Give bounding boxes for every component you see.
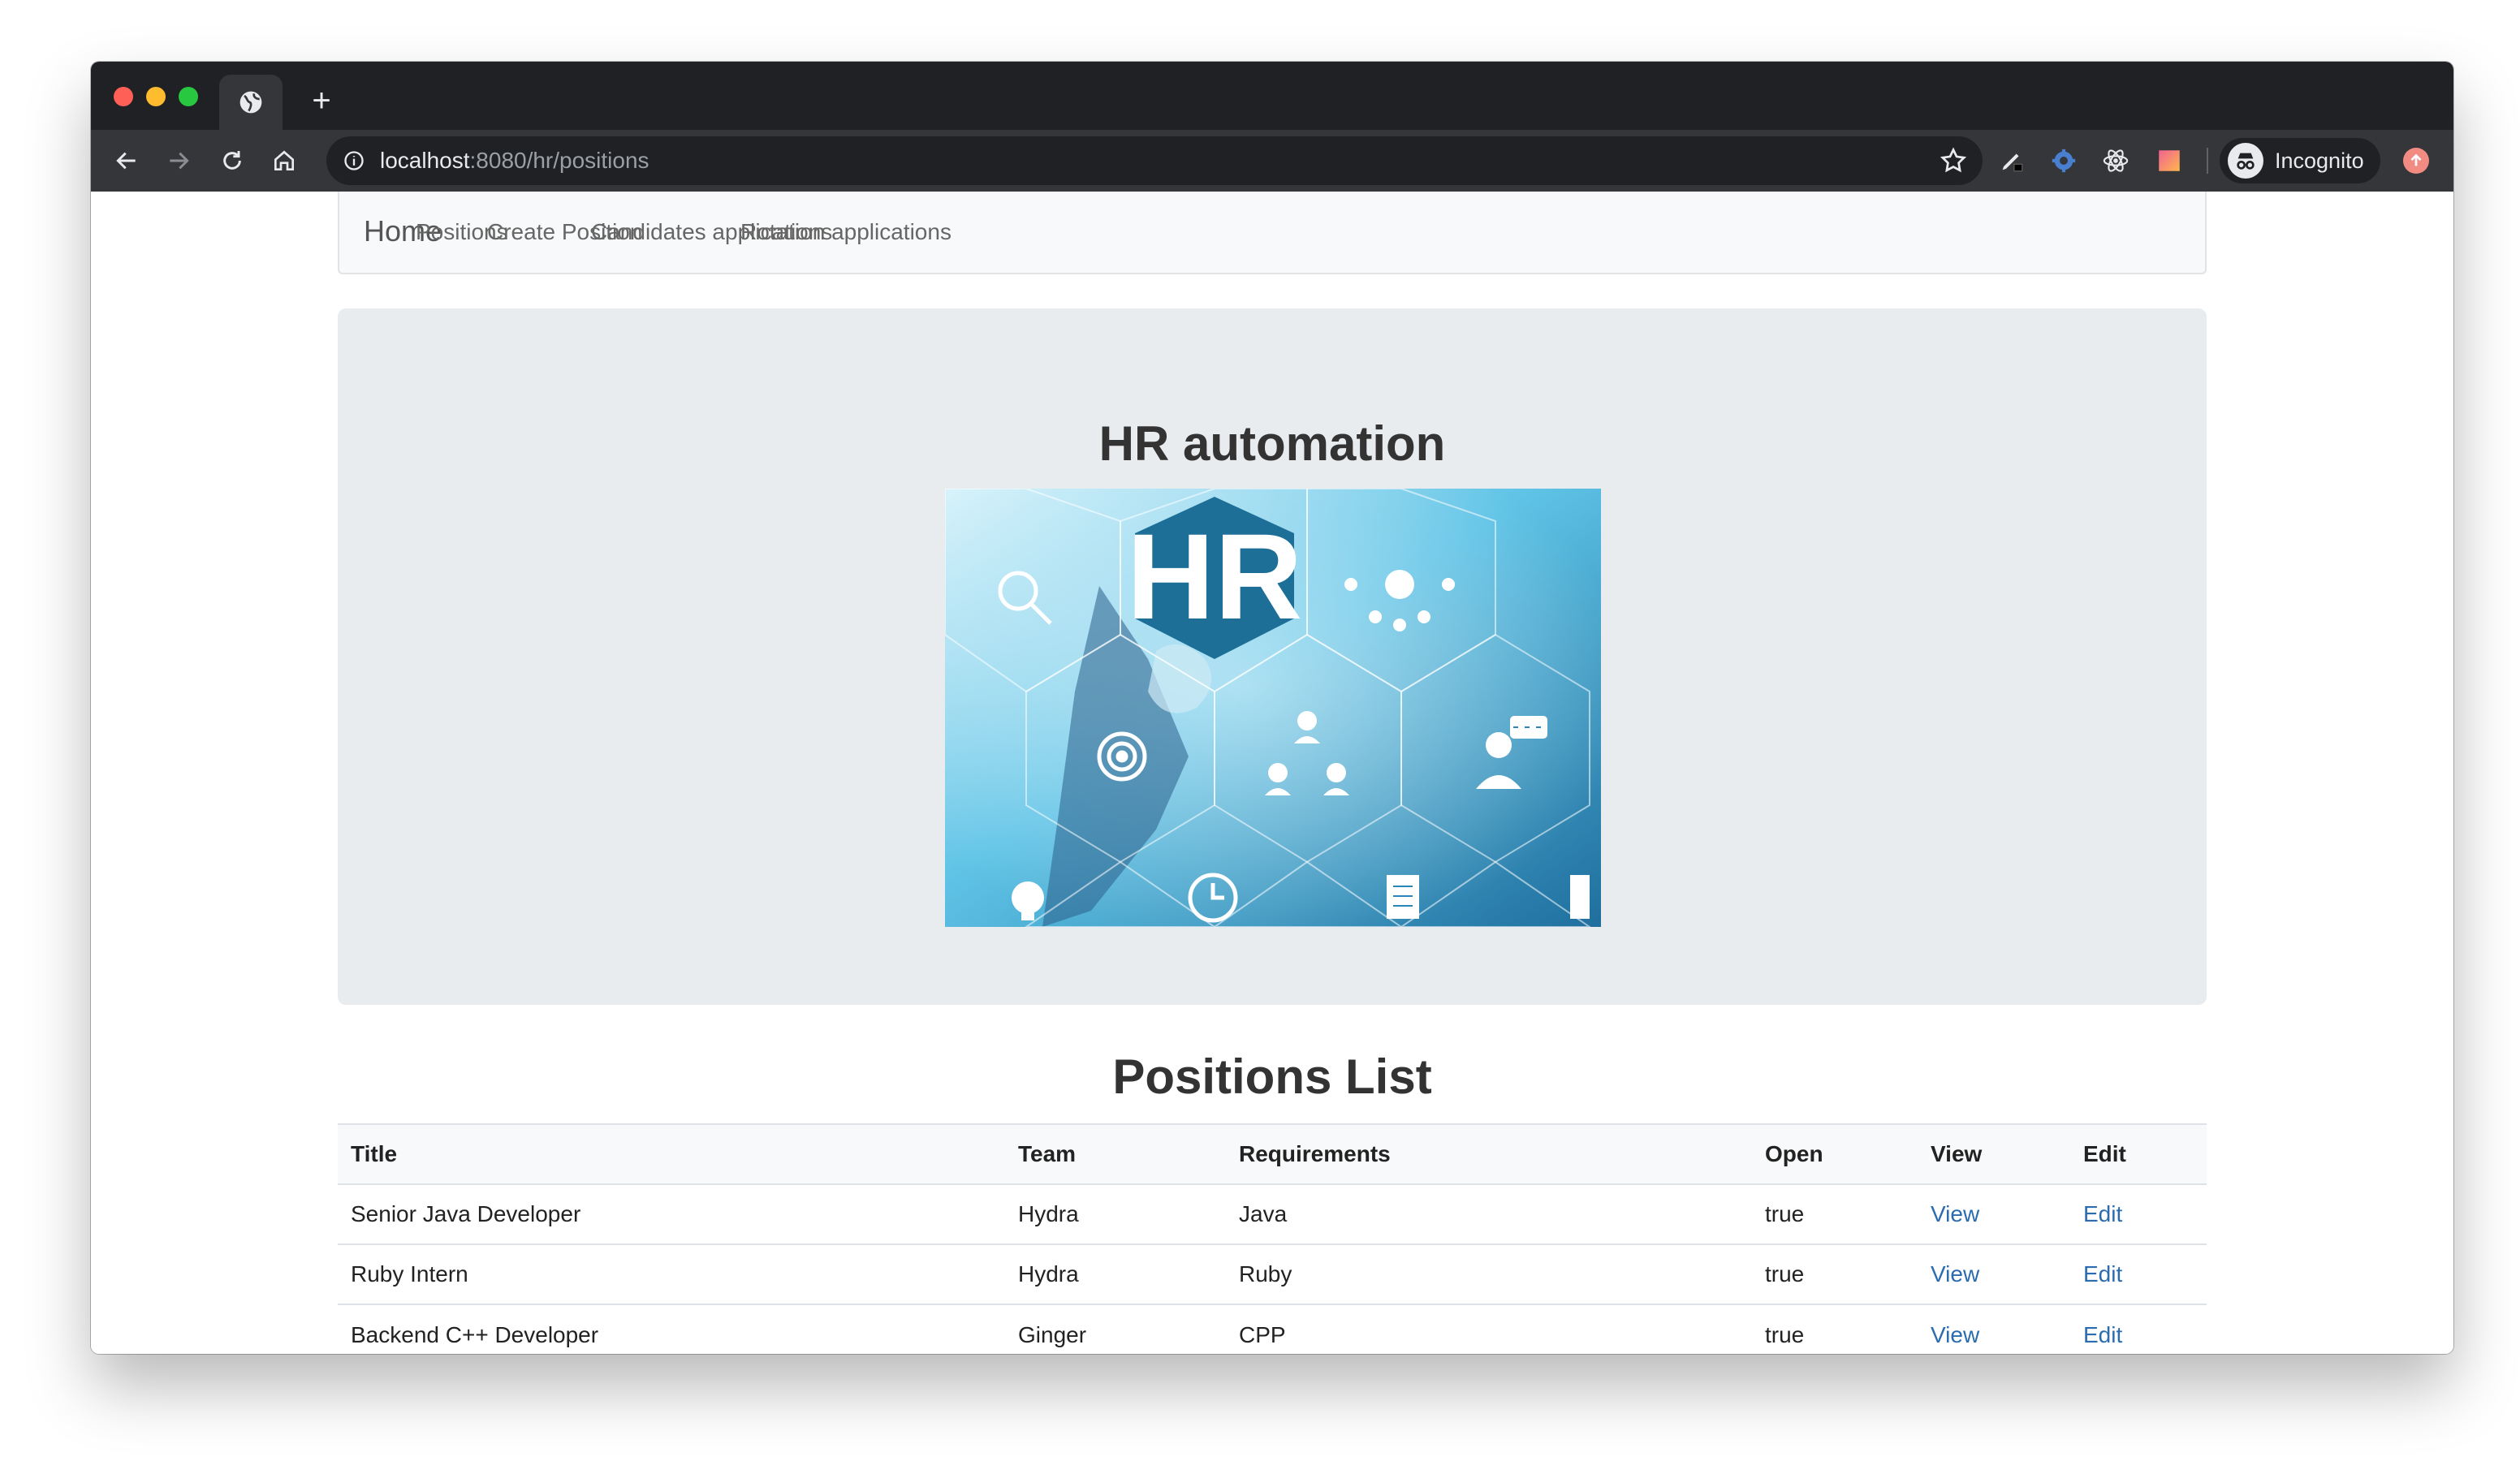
browser-tab[interactable] [219, 75, 283, 130]
table-row: Senior Java Developer Hydra Java true Vi… [338, 1183, 2207, 1244]
browser-toolbar: localhost:8080/hr/positions Incognito [91, 130, 2453, 192]
forward-button[interactable] [161, 143, 196, 179]
cell-requirements: Java [1226, 1183, 1752, 1244]
cell-team: Ginger [1005, 1304, 1226, 1354]
column-header-open: Open [1752, 1123, 1918, 1184]
minimize-window-button[interactable] [146, 87, 166, 106]
cell-open: true [1752, 1243, 1918, 1304]
back-button[interactable] [109, 143, 145, 179]
cell-view: View [1918, 1243, 2070, 1304]
cell-view: View [1918, 1183, 2070, 1244]
color-extension-icon[interactable] [2155, 146, 2184, 175]
maximize-window-button[interactable] [179, 87, 198, 106]
address-host: localhost [380, 148, 470, 173]
close-window-button[interactable] [114, 87, 133, 106]
view-link[interactable]: View [1931, 1261, 1979, 1286]
browser-window: + localhost:8080/hr/positions Incognito … [91, 62, 2453, 1354]
cell-title: Senior Java Developer [338, 1183, 1005, 1244]
cell-title: Backend C++ Developer [338, 1304, 1005, 1354]
globe-icon [239, 91, 262, 114]
new-tab-button[interactable]: + [304, 83, 339, 119]
cell-team: Hydra [1005, 1243, 1226, 1304]
column-header-team: Team [1005, 1123, 1226, 1184]
incognito-label: Incognito [2275, 148, 2364, 173]
address-path: :8080/hr/positions [469, 148, 649, 173]
nav-link-rotation-applications[interactable]: Rotation applications [740, 219, 951, 245]
reload-button[interactable] [214, 143, 250, 179]
update-button[interactable] [2403, 148, 2429, 174]
react-extension-icon[interactable] [2101, 146, 2130, 175]
column-header-title: Title [338, 1123, 1005, 1184]
positions-list-title: Positions List [1112, 1049, 1432, 1104]
title-bar: + [91, 62, 2453, 130]
table-row: Backend C++ Developer Ginger CPP true Vi… [338, 1304, 2207, 1354]
hr-hero-image: HR [945, 489, 1601, 927]
gear-extension-icon[interactable] [2049, 146, 2078, 175]
reload-icon [223, 151, 241, 170]
toolbar-separator [2207, 148, 2208, 174]
cell-open: true [1752, 1183, 1918, 1244]
hr-image-letters: HR [1127, 508, 1303, 644]
column-header-edit: Edit [2070, 1123, 2207, 1184]
cell-requirements: Ruby [1226, 1243, 1752, 1304]
edit-link[interactable]: Edit [2083, 1261, 2122, 1286]
arrow-left-icon [116, 152, 136, 170]
cell-edit: Edit [2070, 1183, 2207, 1244]
home-button[interactable] [266, 143, 302, 179]
column-header-requirements: Requirements [1226, 1123, 1752, 1184]
positions-table: Title Team Requirements Open View Edit S… [338, 1123, 2207, 1354]
arrow-right-icon [170, 152, 189, 170]
edit-link[interactable]: Edit [2083, 1201, 2122, 1226]
site-navbar: Home Positions Create Position Candidate… [338, 192, 2207, 274]
home-icon [274, 150, 294, 170]
incognito-icon [2228, 143, 2263, 179]
edit-link[interactable]: Edit [2083, 1322, 2122, 1347]
incognito-profile-button[interactable]: Incognito [2220, 138, 2380, 183]
table-header-row: Title Team Requirements Open View Edit [338, 1123, 2207, 1184]
arrow-up-icon [2410, 153, 2422, 166]
cell-title: Ruby Intern [338, 1243, 1005, 1304]
pen-extension-icon[interactable] [1997, 146, 2026, 175]
view-link[interactable]: View [1931, 1201, 1979, 1226]
page-content: Home Positions Create Position Candidate… [91, 192, 2453, 1354]
hero-jumbotron: HR automation HR [338, 308, 2207, 1005]
cell-edit: Edit [2070, 1243, 2207, 1304]
address-text: localhost:8080/hr/positions [380, 148, 649, 174]
table-row: Ruby Intern Hydra Ruby true View Edit [338, 1243, 2207, 1304]
address-bar[interactable]: localhost:8080/hr/positions [326, 136, 1983, 185]
cell-edit: Edit [2070, 1304, 2207, 1354]
cell-open: true [1752, 1304, 1918, 1354]
site-info-icon[interactable] [341, 148, 367, 174]
cell-requirements: CPP [1226, 1304, 1752, 1354]
column-header-view: View [1918, 1123, 2070, 1184]
bookmark-star-icon[interactable] [1939, 146, 1968, 175]
view-link[interactable]: View [1931, 1322, 1979, 1347]
cell-view: View [1918, 1304, 2070, 1354]
cell-team: Hydra [1005, 1183, 1226, 1244]
hero-title: HR automation [1098, 416, 1446, 471]
